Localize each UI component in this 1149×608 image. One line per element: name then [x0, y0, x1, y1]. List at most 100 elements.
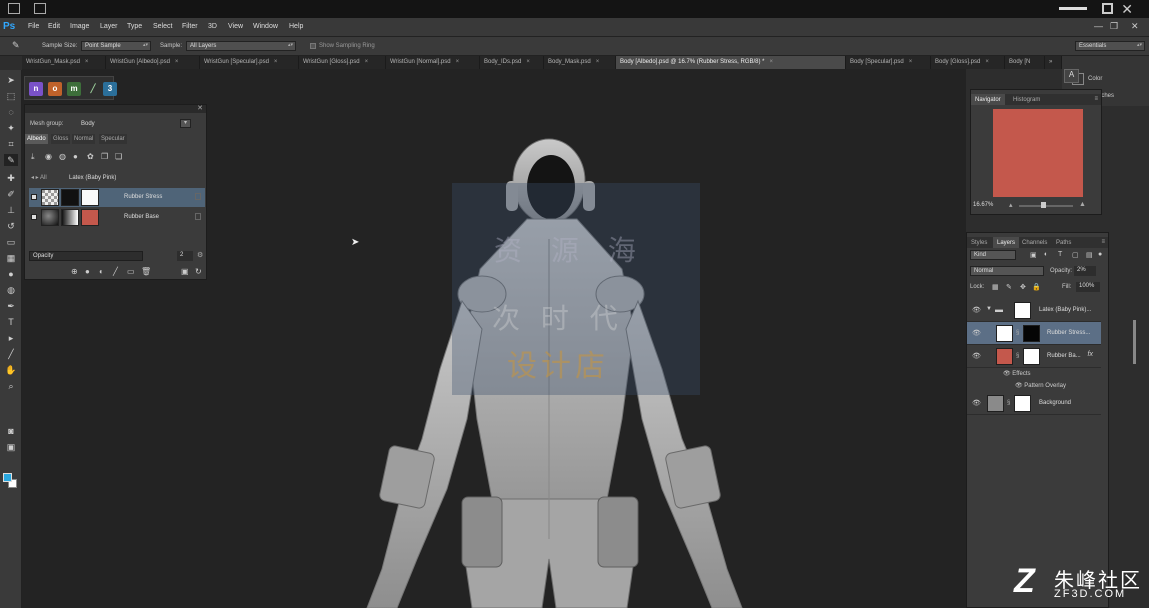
opacity-input[interactable]: 2%	[1074, 266, 1096, 276]
move-tool-icon[interactable]: ➤	[4, 74, 18, 86]
sample-size-select[interactable]: Point Sample	[81, 41, 151, 51]
brush-icon[interactable]: ╱	[113, 267, 118, 276]
tab-doc[interactable]: Body [N	[1005, 56, 1045, 69]
close-icon[interactable]: ✕	[197, 104, 203, 112]
lock-paint-icon[interactable]: ✎	[1006, 283, 1012, 291]
menu-image[interactable]: Image	[70, 23, 89, 30]
material-nav[interactable]: ◂ ▸ All	[31, 174, 47, 181]
path-select-tool-icon[interactable]: ▸	[4, 332, 18, 344]
menu-select[interactable]: Select	[153, 23, 172, 30]
tab-doc[interactable]: Body_IDs.psd ×	[480, 56, 544, 69]
lock-transparency-icon[interactable]: ▦	[992, 283, 999, 291]
layers-scrollbar[interactable]	[1133, 320, 1136, 364]
blur-tool-icon[interactable]: ●	[4, 268, 18, 280]
new-folder-icon[interactable]: ▭	[127, 267, 135, 276]
sphere-icon[interactable]: ●	[85, 267, 90, 276]
eyedropper-tool-icon[interactable]: ✎	[4, 154, 18, 166]
menu-type[interactable]: Type	[127, 23, 142, 30]
layer-row-group[interactable]: 👁 ▼ ▬ Latex (Baby Pink)...	[967, 299, 1101, 322]
filter-kind-select[interactable]: Kind	[970, 250, 1016, 260]
save-icon[interactable]: ▣	[181, 267, 189, 276]
plugin-n-icon[interactable]: n	[29, 82, 43, 96]
lock-move-icon[interactable]: ✥	[1020, 283, 1026, 291]
tab-doc[interactable]: Body_Mask.psd ×	[544, 56, 616, 69]
eye-icon[interactable]: 👁	[1003, 371, 1012, 377]
quick-select-tool-icon[interactable]: ✦	[4, 122, 18, 134]
filter-adjust-icon[interactable]: ◐	[1044, 251, 1048, 258]
app-close-button[interactable]: ✕	[1131, 21, 1139, 32]
menu-3d[interactable]: 3D	[208, 23, 217, 30]
menu-help[interactable]: Help	[289, 23, 303, 30]
tab-histogram[interactable]: Histogram	[1009, 94, 1044, 105]
panel-menu-icon[interactable]: ≡	[1094, 96, 1098, 102]
zoom-tool-icon[interactable]: ⌕	[4, 380, 18, 392]
tab-doc[interactable]: WristGun [Specular].psd ×	[200, 56, 299, 69]
layer-checkbox[interactable]	[31, 214, 37, 220]
menu-edit[interactable]: Edit	[48, 23, 60, 30]
tab-doc-active[interactable]: Body [Albedo].psd @ 16.7% (Rubber Stress…	[616, 56, 846, 69]
zoom-value[interactable]: 16.67%	[973, 202, 993, 208]
tab-doc[interactable]: Body [Gloss].psd ×	[931, 56, 1005, 69]
expand-arrow-icon[interactable]: ▼	[986, 306, 992, 312]
filter-type-icon[interactable]: T	[1058, 251, 1062, 258]
plugin-o-icon[interactable]: o	[48, 82, 62, 96]
character-panel-icon[interactable]: A	[1064, 69, 1079, 83]
eraser-tool-icon[interactable]: ▭	[4, 236, 18, 248]
eye-icon[interactable]: 👁	[972, 352, 981, 360]
stamp-icon[interactable]: ◍	[59, 152, 66, 161]
zoom-slider-thumb[interactable]	[1041, 202, 1046, 208]
layer-checkbox[interactable]	[31, 194, 37, 200]
healing-tool-icon[interactable]: ✚	[4, 172, 18, 184]
line-tool-icon[interactable]: ╱	[4, 348, 18, 360]
lock-icon[interactable]	[195, 193, 201, 200]
tab-doc[interactable]: WristGun [Normal].psd ×	[386, 56, 480, 69]
close-icon[interactable]: ✕	[1121, 1, 1133, 18]
app-restore-button[interactable]: ❐	[1110, 21, 1118, 32]
tab-doc[interactable]: WristGun [Albedo].psd ×	[106, 56, 200, 69]
fill-icon[interactable]: ◉	[45, 152, 52, 161]
material-layer-row[interactable]: Rubber Stress	[29, 188, 205, 207]
tab-gloss[interactable]: Gloss	[51, 134, 71, 144]
lock-icon[interactable]	[195, 213, 201, 220]
zoom-in-icon[interactable]: ▲	[1079, 201, 1086, 208]
color-panel-label[interactable]: Color	[1088, 76, 1102, 82]
settings-icon[interactable]: ⚙	[197, 251, 203, 259]
eye-icon[interactable]: 👁	[972, 399, 981, 407]
eye-icon[interactable]: 👁	[1015, 383, 1024, 389]
smart-icon[interactable]: ✿	[87, 152, 94, 161]
copy-icon[interactable]: ❐	[101, 152, 108, 161]
crop-tool-icon[interactable]: ⌗	[4, 138, 18, 150]
dodge-tool-icon[interactable]: ◍	[4, 284, 18, 296]
mesh-group-value[interactable]: Body	[81, 121, 95, 127]
maximize-icon[interactable]	[1102, 3, 1113, 14]
lock-all-icon[interactable]: 🔒	[1032, 283, 1041, 291]
filter-toggle-icon[interactable]: ●	[1098, 251, 1102, 258]
eyedropper-preset-icon[interactable]: ✎	[12, 40, 20, 51]
tab-navigator[interactable]: Navigator	[971, 94, 1005, 105]
eye-icon[interactable]: 👁	[972, 306, 981, 314]
quick-mask-icon[interactable]: ◙	[4, 425, 18, 437]
mask-icon[interactable]: ◐	[99, 267, 104, 276]
brush-icon[interactable]: ●	[73, 152, 78, 161]
delete-icon[interactable]: 🗑	[141, 267, 151, 276]
plugin-brush-icon[interactable]: ╱	[86, 82, 100, 96]
tabs-overflow-button[interactable]: »	[1045, 56, 1062, 69]
type-tool-icon[interactable]: T	[4, 316, 18, 328]
material-layer-row[interactable]: Rubber Base	[29, 208, 205, 227]
brush-tool-icon[interactable]: ✐	[4, 188, 18, 200]
paste-icon[interactable]: ❏	[115, 152, 122, 161]
tab-doc[interactable]: Body [Specular].psd ×	[846, 56, 931, 69]
history-brush-icon[interactable]: ↺	[4, 220, 18, 232]
plugin-m-icon[interactable]: m	[67, 82, 81, 96]
eye-icon[interactable]: 👁	[972, 329, 981, 337]
filter-pixel-icon[interactable]: ▣	[1030, 251, 1037, 259]
show-sampling-ring-checkbox[interactable]	[310, 43, 316, 49]
gradient-tool-icon[interactable]: ▦	[4, 252, 18, 264]
foreground-color-swatch[interactable]	[3, 473, 12, 482]
layer-row-selected[interactable]: 👁 § Rubber Stress...	[967, 322, 1101, 345]
tab-specular[interactable]: Specular	[99, 134, 127, 144]
navigator-preview[interactable]	[993, 109, 1083, 197]
tab-albedo[interactable]: Albedo	[25, 134, 48, 144]
menu-window[interactable]: Window	[253, 23, 278, 30]
tab-doc[interactable]: WristGun_Mask.psd ×	[22, 56, 106, 69]
